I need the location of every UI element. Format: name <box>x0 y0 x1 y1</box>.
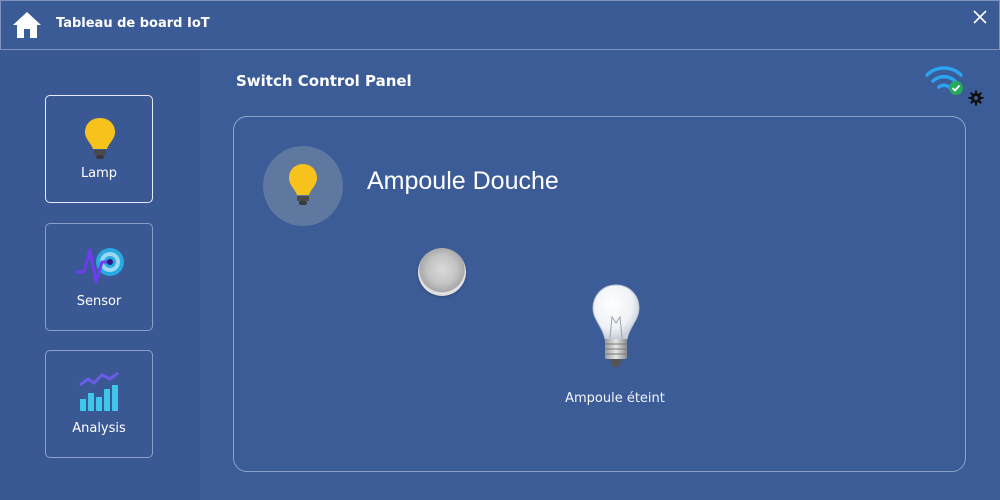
main-content: Switch Control Panel Ampoule Douche Ampo… <box>200 50 1000 500</box>
sidebar: Lamp Sensor Analysis <box>0 50 200 500</box>
chart-analysis-icon <box>79 371 119 411</box>
device-name: Ampoule Douche <box>367 167 559 195</box>
sidebar-item-label: Lamp <box>80 166 118 181</box>
wifi-connected-icon <box>925 66 963 95</box>
lightbulb-icon <box>85 118 115 159</box>
sidebar-item-sensor[interactable]: Sensor <box>45 223 153 331</box>
panel-title: Switch Control Panel <box>236 72 412 90</box>
power-toggle-button[interactable] <box>418 248 466 296</box>
gear-icon[interactable] <box>968 90 984 106</box>
device-status-text: Ampoule éteint <box>565 391 665 406</box>
app-title: Tableau de board IoT <box>56 16 210 31</box>
sidebar-item-label: Sensor <box>76 294 122 309</box>
device-avatar <box>263 146 343 226</box>
home-icon[interactable] <box>11 9 43 41</box>
sidebar-item-lamp[interactable]: Lamp <box>45 95 153 203</box>
sidebar-item-label: Analysis <box>72 421 126 436</box>
sensor-pulse-icon <box>76 248 124 284</box>
lightbulb-icon <box>289 164 317 205</box>
close-icon[interactable] <box>971 8 989 26</box>
lightbulb-off-icon <box>592 284 640 367</box>
device-card: Ampoule Douche Ampoule éteint <box>233 116 966 472</box>
title-bar: Tableau de board IoT <box>0 0 1000 50</box>
sidebar-item-analysis[interactable]: Analysis <box>45 350 153 458</box>
